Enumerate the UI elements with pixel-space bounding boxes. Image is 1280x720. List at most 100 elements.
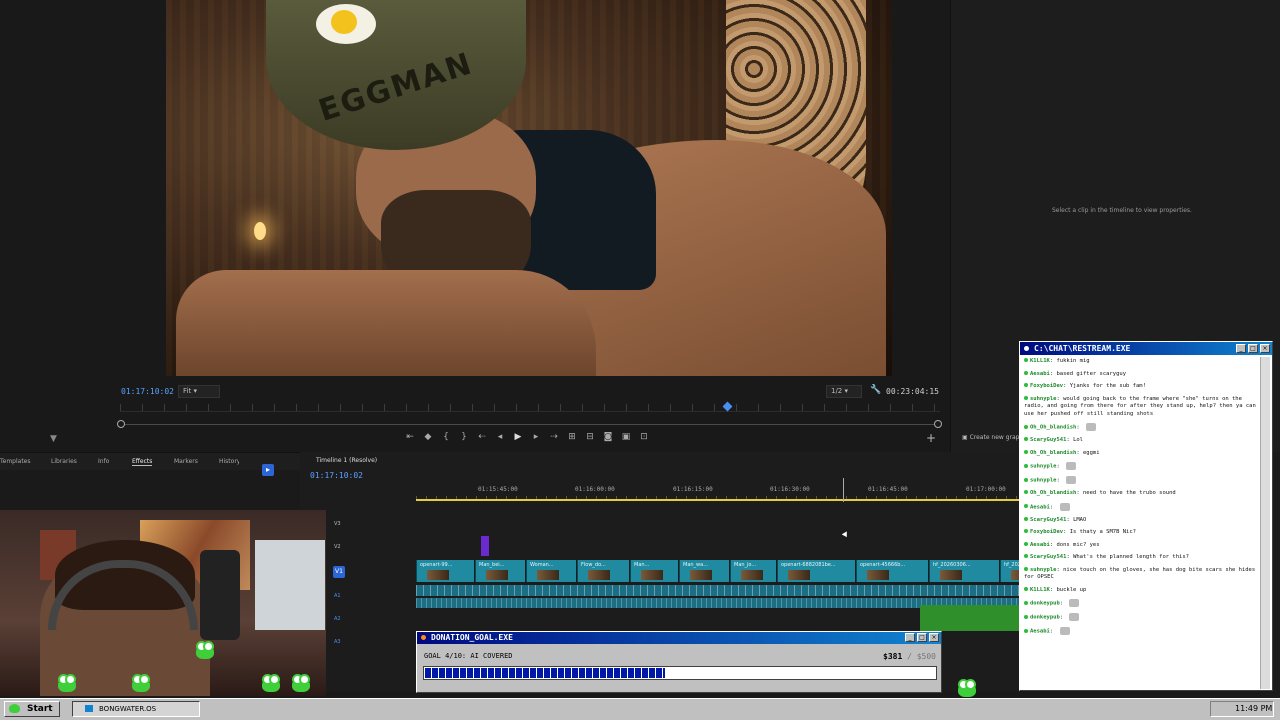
overwrite-icon[interactable]: ⊟ bbox=[584, 432, 596, 442]
add-marker-icon[interactable]: ◆ bbox=[422, 432, 434, 442]
program-video-frame[interactable]: EGGMAN bbox=[166, 0, 892, 376]
play-icon[interactable]: ▶ bbox=[512, 432, 524, 442]
chat-username[interactable]: donkeypub bbox=[1030, 601, 1060, 607]
chat-message: donkeypub: bbox=[1024, 599, 1264, 608]
chat-username[interactable]: K1LL1K bbox=[1030, 587, 1050, 593]
video-clip[interactable]: Man_bei... bbox=[475, 560, 525, 582]
chat-username[interactable]: Oh_Oh_blandish bbox=[1030, 450, 1076, 456]
chat-title-bar[interactable]: C:\CHAT\RESTREAM.EXE bbox=[1020, 342, 1272, 355]
chat-username[interactable]: suhnyple bbox=[1030, 567, 1057, 573]
mark-in-icon[interactable]: ⇤ bbox=[404, 432, 416, 442]
video-clip[interactable]: Man_jo... bbox=[730, 560, 776, 582]
chat-username[interactable]: Aesabi bbox=[1030, 504, 1050, 510]
chat-username[interactable]: suhnyple bbox=[1030, 478, 1057, 484]
egg-yolk bbox=[331, 10, 357, 34]
chat-username[interactable]: ScaryGuy541 bbox=[1030, 554, 1066, 560]
tab-effects[interactable]: Effects bbox=[132, 458, 153, 466]
minimize-icon[interactable]: _ bbox=[1236, 344, 1246, 353]
zoom-handle-left[interactable] bbox=[117, 420, 125, 428]
chat-username[interactable]: Aesabi bbox=[1030, 629, 1050, 635]
add-button-icon[interactable]: + bbox=[926, 431, 936, 445]
mark-in-bracket-icon[interactable]: { bbox=[440, 432, 452, 442]
filter-icon[interactable]: ▼ bbox=[50, 434, 57, 444]
emote-icon bbox=[1085, 423, 1096, 431]
settings-icon[interactable]: ⊡ bbox=[638, 432, 650, 442]
video-clip[interactable]: Woman... bbox=[526, 560, 576, 582]
chat-username[interactable]: Aesabi bbox=[1030, 371, 1050, 377]
chat-text: based gifter scaryguy bbox=[1056, 370, 1127, 377]
timeline-tab[interactable]: Timeline 1 (Resolve) bbox=[316, 457, 377, 464]
compare-view-icon[interactable]: ▣ bbox=[620, 432, 632, 442]
video-clip[interactable]: openart-99... bbox=[416, 560, 474, 582]
monitor-time-ruler[interactable] bbox=[120, 404, 940, 412]
video-clip[interactable]: hf_202 bbox=[1000, 560, 1020, 582]
track-label-a1[interactable]: A1 bbox=[334, 593, 341, 599]
tab-templates[interactable]: Templates bbox=[0, 458, 31, 465]
track-label-v1[interactable]: V1 bbox=[333, 566, 345, 578]
step-forward-icon[interactable]: ▸ bbox=[530, 432, 542, 442]
chat-username[interactable]: Aesabi bbox=[1030, 542, 1050, 548]
create-graphic-button[interactable]: ▣ Create new grap bbox=[962, 434, 1020, 441]
go-to-in-icon[interactable]: ⇠ bbox=[476, 432, 488, 442]
track-label-a3[interactable]: A3 bbox=[334, 639, 341, 645]
chat-username[interactable]: K1LL1K bbox=[1030, 358, 1050, 364]
video-clip[interactable]: openart-45666b... bbox=[856, 560, 928, 582]
zoom-fit-dropdown[interactable]: Fit ▾ bbox=[178, 385, 220, 398]
tab-info[interactable]: Info bbox=[98, 458, 109, 465]
track-label-v2[interactable]: V2 bbox=[334, 544, 341, 550]
video-clip[interactable]: hf_20260306... bbox=[929, 560, 999, 582]
video-clip[interactable]: Man... bbox=[630, 560, 678, 582]
export-frame-icon[interactable]: ◙ bbox=[602, 432, 614, 442]
music-audio-clip[interactable] bbox=[920, 605, 1020, 631]
emote-icon bbox=[1069, 613, 1080, 621]
chat-messages[interactable]: K1LL1K: fukkin mig Aesabi: based gifter s… bbox=[1024, 358, 1264, 688]
v2-clip[interactable] bbox=[481, 536, 489, 556]
wrench-icon[interactable]: 🔧 bbox=[870, 385, 881, 395]
chat-username[interactable]: donkeypub bbox=[1030, 615, 1060, 621]
chat-scrollbar[interactable] bbox=[1260, 357, 1270, 689]
work-area-bar[interactable] bbox=[416, 499, 1020, 501]
playhead-timecode[interactable]: 01:17:10:02 bbox=[121, 387, 174, 396]
user-badge-icon bbox=[1024, 600, 1028, 605]
chat-username[interactable]: FoxyboiDev bbox=[1030, 383, 1063, 389]
close-icon[interactable]: × bbox=[929, 633, 939, 642]
insert-icon[interactable]: ⊞ bbox=[566, 432, 578, 442]
zoom-handle-right[interactable] bbox=[934, 420, 942, 428]
step-back-icon[interactable]: ◂ bbox=[494, 432, 506, 442]
chat-username[interactable]: suhnyple bbox=[1030, 396, 1057, 402]
go-to-out-icon[interactable]: ⇢ bbox=[548, 432, 560, 442]
chat-message: Aesabi: dons mic? yes bbox=[1024, 541, 1264, 550]
tab-markers[interactable]: Markers bbox=[174, 458, 198, 465]
mark-out-bracket-icon[interactable]: } bbox=[458, 432, 470, 442]
timeline-playhead[interactable] bbox=[843, 478, 844, 502]
system-clock[interactable]: 11:49 PM bbox=[1210, 701, 1274, 717]
track-label-v3[interactable]: V3 bbox=[334, 521, 341, 527]
tab-history[interactable]: History bbox=[219, 458, 239, 465]
timeline-timecode[interactable]: 01:17:10:02 bbox=[310, 471, 363, 480]
video-clip[interactable]: Flow_do... bbox=[577, 560, 629, 582]
chat-username[interactable]: suhnyple bbox=[1030, 464, 1057, 470]
maximize-icon[interactable]: □ bbox=[917, 633, 927, 642]
close-icon[interactable]: × bbox=[1260, 344, 1270, 353]
chat-username[interactable]: ScaryGuy541 bbox=[1030, 517, 1066, 523]
maximize-icon[interactable]: □ bbox=[1248, 344, 1258, 353]
donation-title-bar[interactable]: DONATION_GOAL.EXE bbox=[417, 632, 941, 644]
donation-goal-window[interactable]: DONATION_GOAL.EXE _ □ × GOAL 4/10: AI CO… bbox=[416, 631, 942, 693]
chat-username[interactable]: ScaryGuy541 bbox=[1030, 437, 1066, 443]
minimize-icon[interactable]: _ bbox=[905, 633, 915, 642]
tab-libraries[interactable]: Libraries bbox=[51, 458, 77, 465]
selection-tool-icon[interactable]: ▸ bbox=[262, 464, 274, 476]
chat-message: ScaryGuy541: What's the planned length f… bbox=[1024, 554, 1264, 562]
chat-text: need to have the trubo sound bbox=[1082, 490, 1176, 496]
video-clip[interactable]: Man_wa... bbox=[679, 560, 729, 582]
chat-username[interactable]: Oh_Oh_blandish bbox=[1030, 425, 1076, 431]
chat-username[interactable]: Oh_Oh_blandish bbox=[1030, 490, 1076, 496]
a1-audio-clip[interactable] bbox=[416, 585, 1020, 596]
video-clip[interactable]: openart-6882081be... bbox=[777, 560, 855, 582]
zoom-scrollbar[interactable] bbox=[120, 424, 940, 425]
playback-resolution-dropdown[interactable]: 1/2 ▾ bbox=[826, 385, 862, 398]
track-label-a2[interactable]: A2 bbox=[334, 616, 341, 622]
chat-username[interactable]: FoxyboiDev bbox=[1030, 529, 1063, 535]
chat-window[interactable]: C:\CHAT\RESTREAM.EXE _ □ × K1LL1K: fukki… bbox=[1019, 341, 1273, 691]
user-badge-icon bbox=[1024, 529, 1028, 533]
